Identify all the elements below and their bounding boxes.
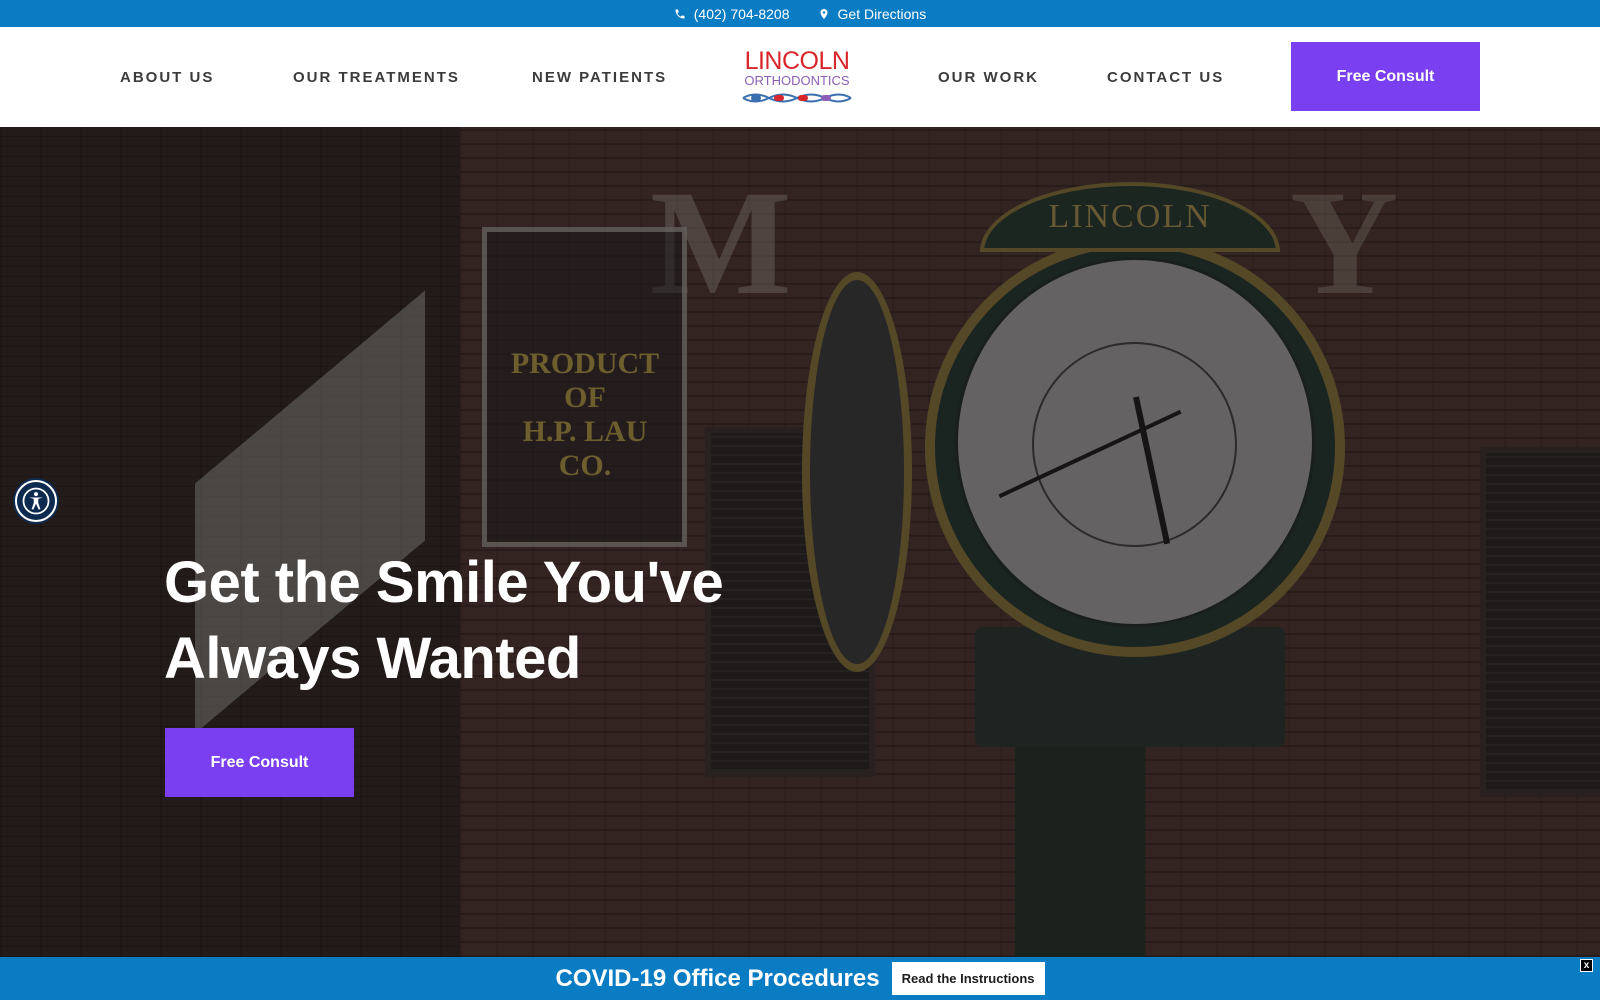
phone-link[interactable]: (402) 704-8208 bbox=[674, 6, 790, 22]
covid-notice-title: COVID-19 Office Procedures bbox=[555, 964, 880, 992]
logo-subtitle: ORTHODONTICS bbox=[744, 73, 850, 88]
site-header: ABOUT US OUR TREATMENTS NEW PATIENTS LIN… bbox=[0, 27, 1600, 127]
hero-free-consult-button[interactable]: Free Consult bbox=[165, 728, 354, 797]
phone-number: (402) 704-8208 bbox=[693, 5, 790, 22]
site-logo[interactable]: LINCOLN ORTHODONTICS bbox=[741, 49, 853, 107]
nav-our-work[interactable]: OUR WORK bbox=[938, 27, 1039, 127]
hero-heading: Get the Smile You've Always Wanted bbox=[164, 545, 864, 697]
logo-braces-graphic bbox=[742, 93, 852, 103]
phone-icon bbox=[675, 9, 685, 18]
directions-link[interactable]: Get Directions bbox=[818, 5, 927, 22]
read-instructions-button[interactable]: Read the Instructions bbox=[891, 962, 1045, 995]
accessibility-icon bbox=[22, 487, 50, 515]
nav-our-treatments[interactable]: OUR TREATMENTS bbox=[293, 27, 460, 127]
hero-heading-line-2: Always Wanted bbox=[164, 626, 581, 691]
top-info-bar: (402) 704-8208 Get Directions bbox=[0, 0, 1600, 27]
nav-contact-us[interactable]: CONTACT US bbox=[1107, 27, 1224, 127]
close-icon[interactable]: x bbox=[1580, 959, 1593, 972]
nav-about-us[interactable]: ABOUT US bbox=[120, 27, 214, 127]
nav-new-patients[interactable]: NEW PATIENTS bbox=[532, 27, 667, 127]
logo-wordmark: LINCOLN bbox=[744, 47, 850, 75]
directions-label: Get Directions bbox=[837, 5, 927, 22]
header-free-consult-button[interactable]: Free Consult bbox=[1291, 42, 1480, 111]
map-pin-icon bbox=[820, 8, 828, 19]
hero-overlay bbox=[0, 127, 1600, 957]
covid-notice-bar: COVID-19 Office Procedures Read the Inst… bbox=[0, 957, 1600, 1000]
accessibility-button[interactable] bbox=[15, 480, 57, 522]
hero-heading-line-1: Get the Smile You've bbox=[164, 550, 724, 615]
hero-section: M Y PRODUCT OF H.P. LAU CO. LINCOLN Get … bbox=[0, 127, 1600, 957]
